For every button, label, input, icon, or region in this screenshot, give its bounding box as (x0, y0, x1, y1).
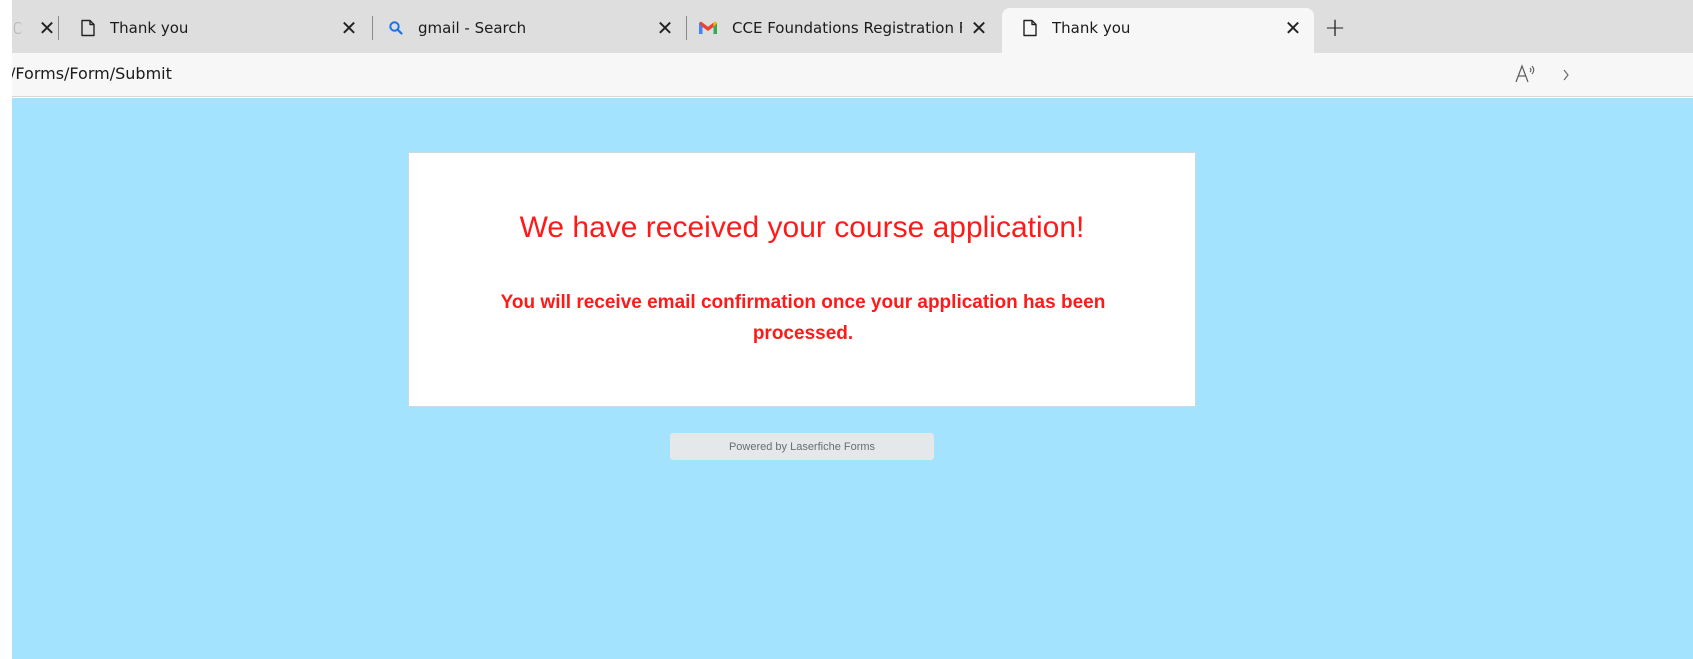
confirmation-card: We have received your course application… (408, 152, 1196, 407)
new-tab-icon[interactable]: + (1318, 12, 1352, 44)
read-aloud-icon[interactable] (1514, 63, 1540, 87)
tab-separator (686, 16, 687, 40)
close-icon[interactable]: ✕ (36, 16, 58, 40)
page-viewport: We have received your course application… (12, 98, 1693, 659)
tab-separator (58, 16, 59, 40)
page-icon (1020, 18, 1040, 38)
tab-title: Thank you (1052, 19, 1131, 37)
confirmation-message: You will receive email confirmation once… (500, 292, 1106, 344)
tab-title: CCE Foundations Registration Fo (732, 19, 962, 37)
toolbar-overflow-icon[interactable] (1562, 67, 1574, 83)
tab-title: Thank you (110, 19, 189, 37)
search-icon (386, 18, 406, 38)
gmail-icon (698, 18, 718, 38)
page-icon (78, 18, 98, 38)
confirmation-headline: We have received your course application… (519, 211, 1085, 244)
tab-cce-registration[interactable]: CCE Foundations Registration Fo ✕ (688, 8, 1000, 48)
tab-partial-edge (14, 22, 22, 34)
powered-by-link[interactable]: Powered by Laserfiche Forms (670, 433, 934, 460)
tab-title: gmail - Search (418, 19, 527, 37)
close-icon[interactable]: ✕ (654, 16, 676, 40)
address-bar: /Forms/Form/Submit (0, 53, 1693, 97)
close-icon[interactable]: ✕ (338, 16, 360, 40)
tab-separator (372, 16, 373, 40)
tab-thank-you-active[interactable]: Thank you ✕ (1002, 8, 1314, 53)
close-icon[interactable]: ✕ (1282, 16, 1304, 40)
tab-gmail-search[interactable]: gmail - Search ✕ (374, 8, 684, 48)
tab-thank-you-1[interactable]: Thank you ✕ (60, 8, 370, 48)
url-field[interactable]: /Forms/Form/Submit (10, 64, 172, 83)
window-edge (0, 0, 12, 659)
close-icon[interactable]: ✕ (968, 16, 990, 40)
tab-strip: ✕ Thank you ✕ gmail - Search ✕ CCE Found… (0, 0, 1693, 53)
